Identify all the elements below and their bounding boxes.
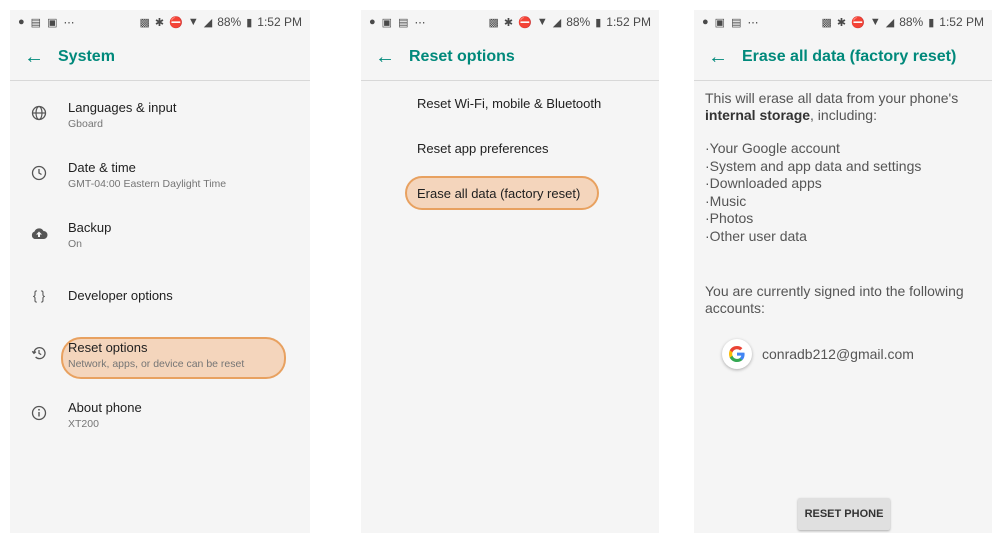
image-icon: ▣	[714, 16, 726, 29]
app-bar: ← Erase all data (factory reset)	[694, 34, 992, 81]
reset-phone-button[interactable]: RESET PHONE	[798, 498, 890, 530]
back-arrow-icon[interactable]: ←	[10, 46, 58, 69]
screen-icon: ▤	[731, 16, 742, 29]
location-icon: ●	[702, 16, 709, 28]
settings-item-date-time[interactable]: Date & time GMT-04:00 Eastern Daylight T…	[10, 145, 310, 205]
item-title: Backup	[68, 220, 112, 235]
app-bar: ← Reset options	[361, 34, 659, 81]
battery-icon: ▮	[246, 16, 253, 29]
signal-icon: ◢	[552, 16, 562, 29]
system-screen: ● ▤ ▣ ⋯ ▩ ✱ ⛔ ▼ ◢ 88% ▮ 1:52 PM ← System…	[10, 10, 310, 533]
list-item: ·Downloaded apps	[705, 175, 822, 191]
option-label: Reset Wi-Fi, mobile & Bluetooth	[417, 96, 602, 111]
status-bar: ● ▣ ▤ ⋯ ▩ ✱ ⛔ ▼ ◢ 88% ▮ 1:52 PM	[361, 10, 659, 34]
clock-time: 1:52 PM	[606, 15, 651, 29]
item-title: Developer options	[68, 287, 173, 303]
battery-icon: ▮	[595, 16, 602, 29]
option-label: Reset app preferences	[417, 141, 549, 156]
item-title: About phone	[68, 400, 142, 415]
settings-item-languages[interactable]: Languages & input Gboard	[10, 85, 310, 145]
settings-item-reset[interactable]: Reset options Network, apps, or device c…	[10, 325, 310, 385]
reset-wifi-option[interactable]: Reset Wi-Fi, mobile & Bluetooth	[361, 81, 659, 126]
signal-icon: ◢	[203, 16, 213, 29]
account-row: conradb212@gmail.com	[694, 317, 992, 369]
info-icon	[10, 405, 68, 426]
wifi-icon: ▼	[869, 16, 881, 28]
status-bar: ● ▣ ▤ ⋯ ▩ ✱ ⛔ ▼ ◢ 88% ▮ 1:52 PM	[694, 10, 992, 34]
cloud-upload-icon	[10, 225, 68, 245]
clock-icon	[10, 165, 68, 186]
image-icon: ▣	[381, 16, 393, 29]
status-bar: ● ▤ ▣ ⋯ ▩ ✱ ⛔ ▼ ◢ 88% ▮ 1:52 PM	[10, 10, 310, 34]
settings-item-about[interactable]: About phone XT200	[10, 385, 310, 445]
list-item: ·Your Google account	[705, 140, 840, 156]
more-icon: ⋯	[63, 16, 75, 29]
reset-options-screen: ● ▣ ▤ ⋯ ▩ ✱ ⛔ ▼ ◢ 88% ▮ 1:52 PM ← Reset …	[361, 10, 659, 533]
settings-item-developer[interactable]: { } Developer options	[10, 265, 310, 325]
app-bar: ← System	[10, 34, 310, 81]
dnd-icon: ⛔	[851, 16, 865, 29]
item-title: Date & time	[68, 160, 136, 175]
intro-text: This will erase all data from your phone…	[705, 90, 959, 106]
page-title: System	[58, 48, 115, 65]
screen-icon: ▤	[398, 16, 409, 29]
wifi-icon: ▼	[536, 16, 548, 28]
image-icon: ▣	[47, 16, 58, 29]
nfc-icon: ▩	[488, 16, 499, 29]
option-label: Erase all data (factory reset)	[417, 186, 581, 201]
list-item: ·Other user data	[705, 227, 807, 244]
erase-list: ·Your Google account ·System and app dat…	[694, 124, 992, 245]
intro-text-end: , including:	[810, 107, 877, 123]
item-title: Languages & input	[68, 100, 177, 115]
nfc-icon: ▩	[821, 16, 832, 29]
item-subtitle: On	[68, 238, 83, 250]
clock-time: 1:52 PM	[939, 15, 984, 29]
braces-icon: { }	[32, 287, 46, 303]
wifi-icon: ▼	[187, 16, 199, 28]
settings-item-backup[interactable]: Backup On	[10, 205, 310, 265]
item-title: Reset options	[68, 340, 148, 355]
bluetooth-icon: ✱	[503, 16, 514, 29]
signed-in-text: You are currently signed into the follow…	[705, 283, 964, 316]
clock-time: 1:52 PM	[257, 15, 302, 29]
erase-all-data-option[interactable]: Erase all data (factory reset)	[361, 171, 659, 216]
battery-percent: 88%	[899, 15, 924, 29]
battery-percent: 88%	[217, 15, 242, 29]
item-subtitle: GMT-04:00 Eastern Daylight Time	[68, 178, 227, 190]
bluetooth-icon: ✱	[154, 16, 165, 29]
item-subtitle: XT200	[68, 418, 99, 430]
google-logo-icon	[722, 339, 752, 369]
page-title: Reset options	[409, 48, 515, 65]
more-icon: ⋯	[414, 16, 426, 29]
reset-app-preferences-option[interactable]: Reset app preferences	[361, 126, 659, 171]
battery-percent: 88%	[566, 15, 591, 29]
back-arrow-icon[interactable]: ←	[694, 46, 742, 69]
factory-reset-screen: ● ▣ ▤ ⋯ ▩ ✱ ⛔ ▼ ◢ 88% ▮ 1:52 PM ← Erase …	[694, 10, 992, 533]
globe-icon	[10, 105, 68, 126]
dnd-icon: ⛔	[169, 16, 183, 29]
item-subtitle: Network, apps, or device can be reset	[68, 358, 245, 370]
location-icon: ●	[369, 16, 376, 28]
list-item: ·Photos	[705, 210, 754, 226]
nfc-icon: ▩	[139, 16, 150, 29]
intro-bold: internal storage	[705, 107, 811, 123]
list-item: ·System and app data and settings	[705, 157, 922, 174]
more-icon: ⋯	[747, 16, 759, 29]
bluetooth-icon: ✱	[836, 16, 847, 29]
back-arrow-icon[interactable]: ←	[361, 46, 409, 69]
dnd-icon: ⛔	[518, 16, 532, 29]
signal-icon: ◢	[885, 16, 895, 29]
erase-intro: This will erase all data from your phone…	[694, 81, 992, 124]
location-icon: ●	[18, 16, 25, 28]
page-title: Erase all data (factory reset)	[742, 48, 957, 65]
history-icon	[10, 345, 68, 366]
battery-icon: ▮	[928, 16, 935, 29]
screen-icon: ▤	[30, 16, 42, 29]
item-subtitle: Gboard	[68, 118, 104, 130]
account-email: conradb212@gmail.com	[762, 346, 914, 362]
list-item: ·Music	[705, 192, 747, 209]
